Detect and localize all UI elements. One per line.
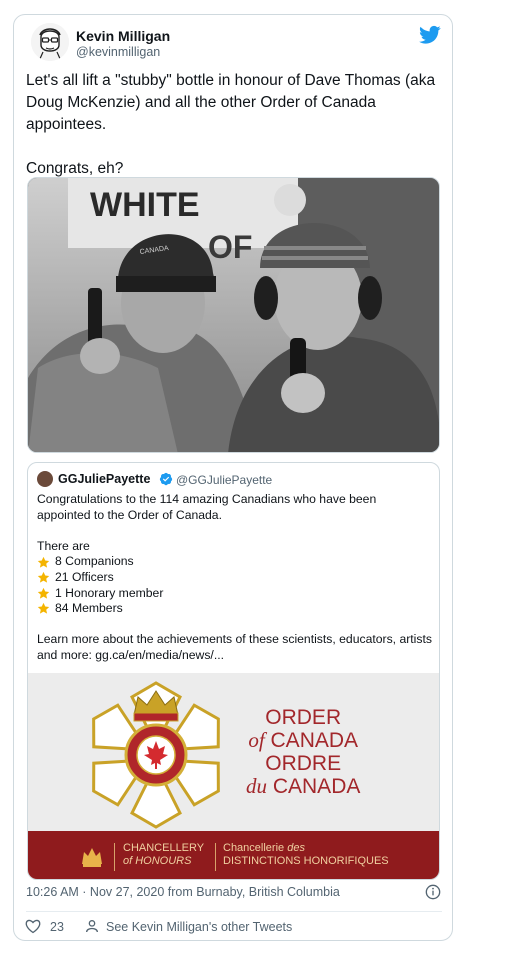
royal-crest-icon: [82, 848, 102, 867]
quoted-tweet-body: Congratulations to the 114 amazing Canad…: [37, 492, 432, 664]
quoted-intro: Congratulations to the 114 amazing Canad…: [37, 492, 377, 522]
tweet-photo[interactable]: WHITE OF CANADA: [27, 177, 440, 453]
list-item-label: 84 Members: [55, 601, 123, 616]
black-and-white-photo-two-men-toques-beer-bottles-icon: WHITE OF CANADA: [28, 178, 439, 452]
twitter-bird-icon[interactable]: [419, 25, 441, 45]
quoted-tweet[interactable]: GGJuliePayette @GGJuliePayette Congratul…: [27, 462, 440, 880]
list-item-label: 1 Honorary member: [55, 585, 164, 600]
line-drawing-portrait-icon: [31, 23, 69, 61]
author-handle[interactable]: @kevinmilligan: [76, 45, 160, 59]
order-en-line-2: of CANADA: [248, 728, 359, 753]
order-of-canada-title: ORDER of CANADA ORDRE du CANADA: [246, 706, 360, 798]
author-avatar[interactable]: [31, 23, 69, 61]
footer-divider: [114, 843, 115, 871]
chancellerie-distinctions: Chancellerie des DISTINCTIONS HONORIFIQU…: [223, 842, 389, 867]
divider: [26, 911, 442, 912]
order-en-line-1: ORDER: [265, 706, 342, 729]
star-emoji-icon: [37, 556, 50, 568]
appointee-list: 8 Companions 21 Officers 1 Honorary memb…: [37, 554, 432, 616]
order-of-canada-banner[interactable]: ORDER of CANADA ORDRE du CANADA CHANCELL…: [28, 673, 439, 879]
quoted-there-are: There are: [37, 538, 90, 553]
see-other-tweets-link[interactable]: See Kevin Milligan's other Tweets: [106, 920, 292, 934]
quoted-author-name[interactable]: GGJuliePayette: [58, 472, 150, 486]
chancellery-of-honours: CHANCELLERY of HONOURS: [123, 842, 205, 867]
like-count[interactable]: 23: [50, 920, 64, 934]
sign-text-2: OF: [208, 229, 252, 265]
star-emoji-icon: [37, 603, 50, 615]
quoted-author-avatar[interactable]: [37, 471, 53, 487]
list-item: 84 Members: [37, 601, 432, 617]
order-fr-line-2: du CANADA: [246, 774, 361, 799]
list-item-label: 21 Officers: [55, 569, 114, 584]
info-icon[interactable]: [425, 884, 441, 900]
footer-divider: [215, 843, 216, 871]
tweet-timestamp[interactable]: 10:26 AM · Nov 27, 2020 from Burnaby, Br…: [26, 885, 340, 899]
tweet-card[interactable]: Kevin Milligan @kevinmilligan Let's all …: [13, 14, 453, 941]
order-fr-line-1: ORDRE: [265, 752, 342, 775]
list-item: 8 Companions: [37, 554, 432, 570]
author-name[interactable]: Kevin Milligan: [76, 28, 170, 44]
list-item: 21 Officers: [37, 570, 432, 586]
sign-text: WHITE: [90, 186, 200, 224]
list-item: 1 Honorary member: [37, 586, 432, 602]
chancellery-footer: CHANCELLERY of HONOURS Chancellerie des …: [28, 831, 439, 879]
verified-badge-icon: [159, 472, 173, 486]
person-icon[interactable]: [84, 918, 100, 934]
quoted-author-handle[interactable]: @GGJuliePayette: [176, 473, 272, 487]
tweet-text: Let's all lift a "stubby" bottle in hono…: [26, 72, 436, 177]
list-item-label: 8 Companions: [55, 554, 134, 569]
star-emoji-icon: [37, 587, 50, 599]
heart-icon[interactable]: [25, 919, 41, 934]
star-emoji-icon: [37, 572, 50, 583]
quoted-learn-more: Learn more about the achievements of the…: [37, 632, 432, 662]
